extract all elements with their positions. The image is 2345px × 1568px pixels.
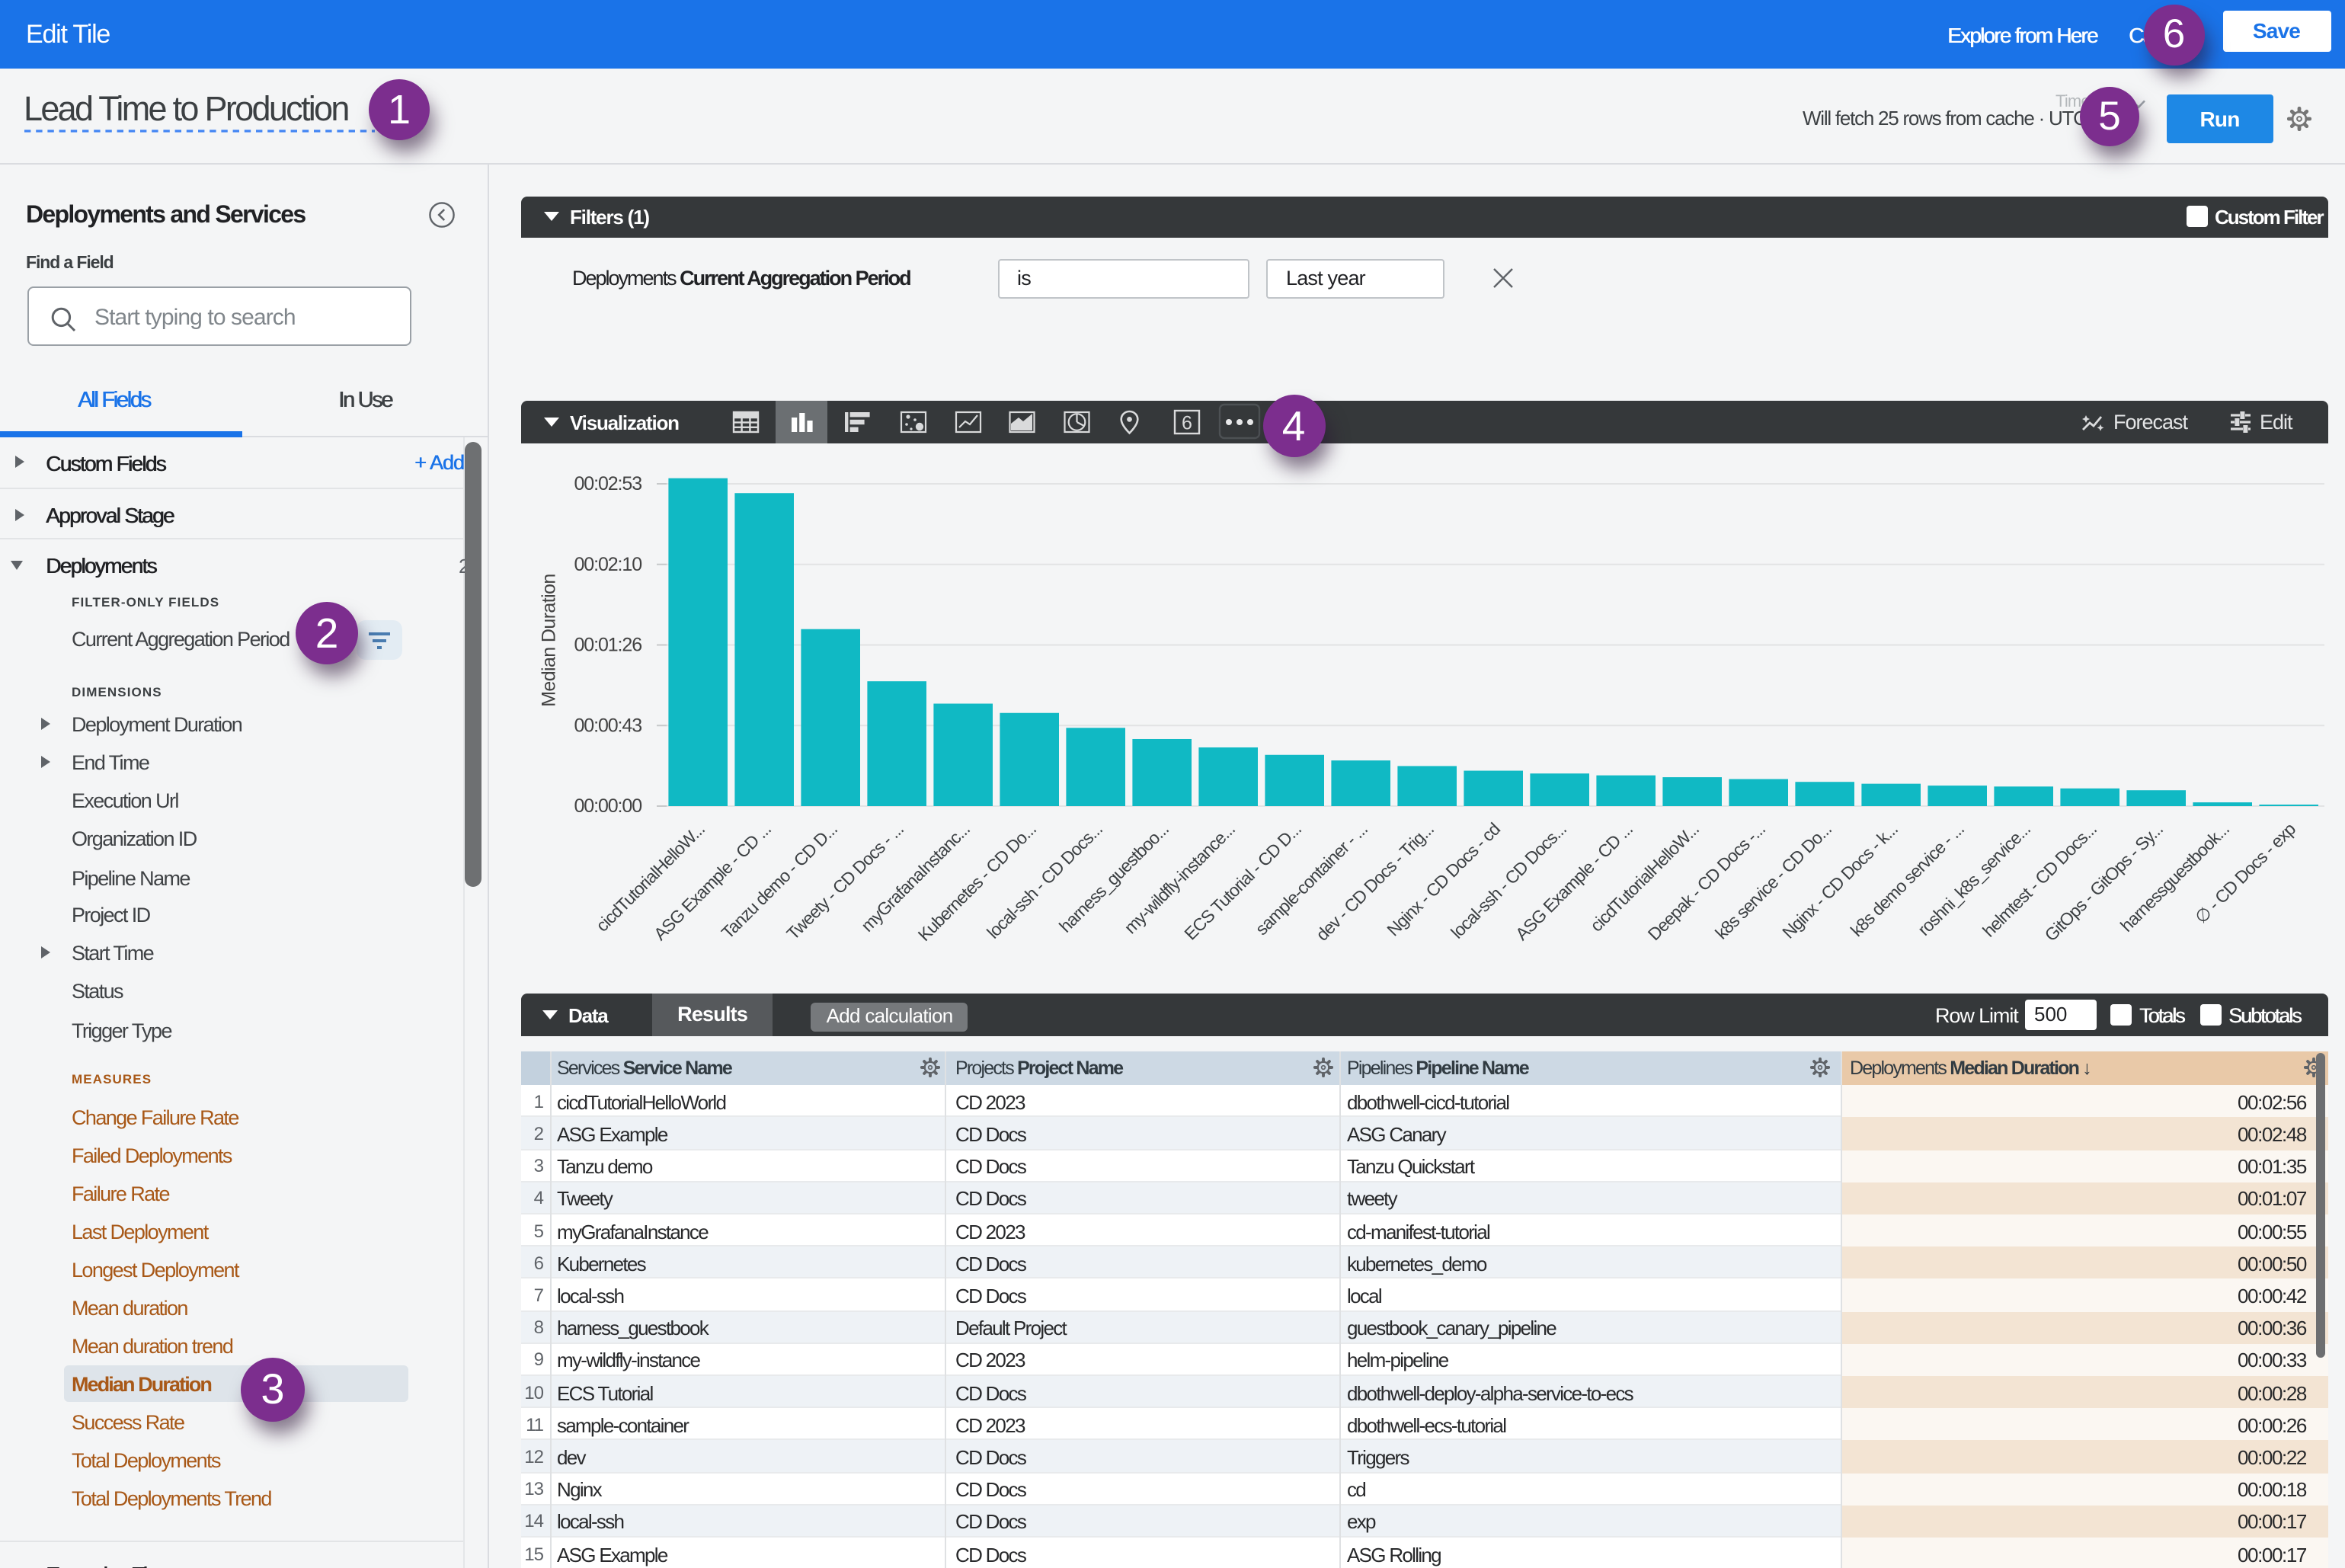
svg-text:cicdTutorialHelloW...: cicdTutorialHelloW... [591, 819, 708, 936]
svg-text:Nginx - CD Docs - k...: Nginx - CD Docs - k... [1777, 819, 1901, 942]
svg-text:k8s service - CD Do...: k8s service - CD Do... [1710, 819, 1835, 943]
svg-text:local-ssh - CD Docs...: local-ssh - CD Docs... [1446, 819, 1569, 942]
svg-text:Edit: Edit [2259, 411, 2292, 434]
svg-text:Kubernetes - CD Do...: Kubernetes - CD Do... [913, 819, 1039, 945]
svg-text:Deepak - CD Docs -...: Deepak - CD Docs -... [1643, 819, 1768, 944]
svg-text:Forecast: Forecast [2113, 411, 2188, 434]
svg-text:ASG Example - CD ...: ASG Example - CD ... [1511, 819, 1636, 944]
svg-text:local-ssh - CD Docs...: local-ssh - CD Docs... [982, 819, 1105, 942]
svg-text:ECS Tutorial - CD D...: ECS Tutorial - CD D... [1179, 819, 1304, 943]
svg-text:Median Duration: Median Duration [538, 574, 559, 706]
svg-text:harness_guestboo...: harness_guestboo... [1054, 819, 1172, 936]
svg-text:00:02:10: 00:02:10 [573, 554, 641, 575]
svg-text:my-wildfly-instance...: my-wildfly-instance... [1119, 819, 1237, 937]
svg-text:dev - CD Docs - Trig...: dev - CD Docs - Trig... [1311, 819, 1437, 945]
svg-text:00:02:53: 00:02:53 [573, 473, 641, 494]
svg-text:Tanzu demo - CD D...: Tanzu demo - CD D... [717, 819, 840, 942]
svg-text:00:00:43: 00:00:43 [573, 715, 641, 736]
svg-text:Nginx - CD Docs - cd: Nginx - CD Docs - cd [1382, 819, 1502, 939]
svg-text:00:00:00: 00:00:00 [573, 795, 641, 817]
svg-text:Tweety - CD Docs - ...: Tweety - CD Docs - ... [782, 819, 906, 943]
svg-text:6: 6 [1181, 413, 1192, 434]
svg-text:k8s demo service - ...: k8s demo service - ... [1846, 819, 1967, 940]
svg-text:GitOps - GitOps - Sy...: GitOps - GitOps - Sy... [2040, 819, 2166, 945]
svg-text:ASG Example - CD ...: ASG Example - CD ... [649, 819, 774, 944]
svg-text:roshni_k8s_service...: roshni_k8s_service... [1913, 819, 2033, 939]
svg-text:00:01:26: 00:01:26 [573, 635, 641, 656]
svg-text:helmtest - CD Docs...: helmtest - CD Docs... [1978, 819, 2100, 941]
svg-text:sample-container - ...: sample-container - ... [1251, 819, 1371, 939]
